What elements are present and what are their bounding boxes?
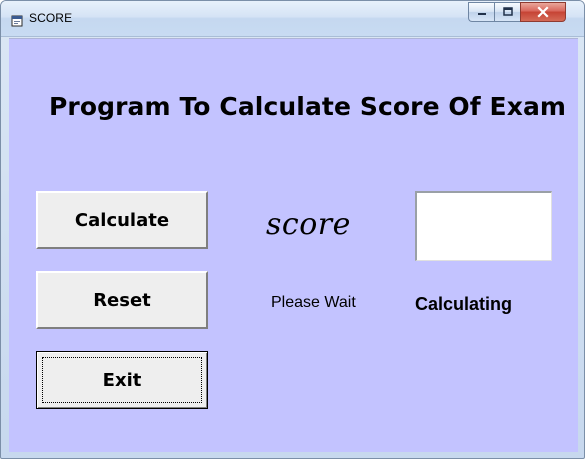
window-title: SCORE xyxy=(29,11,73,25)
reset-button[interactable]: Reset xyxy=(36,271,208,329)
score-output-box[interactable] xyxy=(415,191,552,261)
minimize-button[interactable] xyxy=(468,2,494,22)
close-icon xyxy=(537,6,549,18)
calculate-button[interactable]: Calculate xyxy=(36,191,208,249)
score-label: score xyxy=(266,207,351,242)
maximize-button[interactable] xyxy=(494,2,520,22)
exit-button[interactable]: Exit xyxy=(36,351,208,409)
vb-form-icon xyxy=(11,12,23,27)
page-title: Program To Calculate Score Of Exam xyxy=(49,92,567,121)
form-client-area: Program To Calculate Score Of Exam Calcu… xyxy=(9,38,578,452)
window-controls xyxy=(468,2,578,24)
app-window: SCORE Program To Calculate Score Of Exam… xyxy=(0,0,585,459)
calculating-label: Calculating xyxy=(415,294,513,314)
maximize-icon xyxy=(502,7,513,17)
window-titlebar[interactable]: SCORE xyxy=(1,1,584,37)
please-wait-label: Please Wait xyxy=(271,294,356,311)
minimize-icon xyxy=(477,7,487,17)
exit-button-label: Exit xyxy=(102,369,142,391)
close-button[interactable] xyxy=(520,2,566,22)
